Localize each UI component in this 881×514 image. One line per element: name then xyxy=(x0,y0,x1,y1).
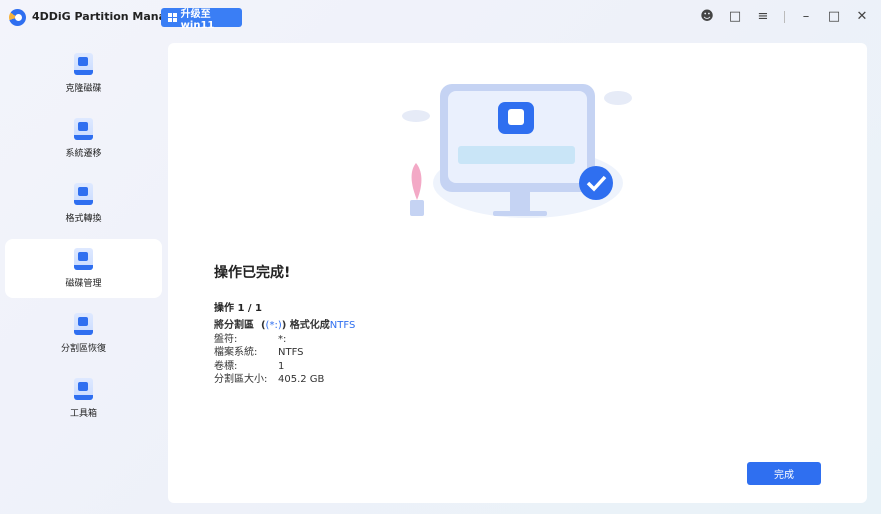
upgrade-win11-button[interactable]: 升级至win11 xyxy=(161,8,242,31)
completion-title: 操作已完成! xyxy=(214,265,291,281)
sidebar-item-label: 工具箱 xyxy=(69,409,97,419)
operation-summary: 將分割區 ((*:)) 格式化成 NTFS xyxy=(214,320,356,331)
sidebar-item-clone-disk[interactable]: 克隆磁碟 xyxy=(5,44,162,103)
grid-icon xyxy=(74,118,93,140)
detail-key: 卷標: xyxy=(214,360,238,372)
divider xyxy=(784,10,785,23)
sidebar-item-partition-recovery[interactable]: 分割區恢復 xyxy=(5,304,162,363)
detail-row: 盤符: *: xyxy=(214,333,355,347)
maximize-icon[interactable]: □ xyxy=(827,9,841,24)
sidebar-item-label: 系統遷移 xyxy=(65,149,102,159)
detail-value: 1 xyxy=(278,360,285,372)
recovery-icon xyxy=(74,313,93,335)
app-logo-icon xyxy=(9,9,26,26)
detail-value: 405.2 GB xyxy=(278,374,325,385)
finish-button[interactable]: 完成 xyxy=(747,462,821,485)
sidebar-item-system-migration[interactable]: 系統遷移 xyxy=(5,109,162,168)
summary-fs: NTFS xyxy=(329,320,356,331)
operation-details: 將分割區 ((*:)) 格式化成 NTFS 盤符: *: 檔案系統: NTFS 卷標:… xyxy=(214,319,355,387)
summary-prefix: 將分割區 xyxy=(214,320,254,331)
detail-row: 檔案系統: NTFS xyxy=(214,346,355,360)
sidebar-item-disk-management[interactable]: 磁碟管理 xyxy=(5,239,162,298)
detail-key: 盤符: xyxy=(214,333,238,345)
pie-chart-icon xyxy=(74,248,93,270)
detail-value: NTFS xyxy=(278,347,304,358)
toolbox-icon xyxy=(74,378,93,400)
detail-key: 分割區大小: xyxy=(214,374,268,385)
upgrade-label: 升级至win11 xyxy=(180,8,215,31)
detail-value: *: xyxy=(278,333,287,345)
main-panel: 操作已完成! 操作 1 / 1 將分割區 ((*:)) 格式化成 NTFS 盤符:… xyxy=(168,43,867,503)
convert-icon xyxy=(74,183,93,205)
sidebar-item-label: 克隆磁碟 xyxy=(65,84,102,94)
detail-row: 分割區大小: 405.2 GB xyxy=(214,373,355,387)
summary-action: 格式化成 xyxy=(289,320,330,331)
title-bar: 4DDiG Partition Manager 升级至win11 ☻ □ ≡ –… xyxy=(0,0,881,36)
detail-row: 卷標: 1 xyxy=(214,360,355,374)
detail-key: 檔案系統: xyxy=(214,347,258,358)
operation-count: 操作 1 / 1 xyxy=(214,303,263,314)
sidebar-item-format-convert[interactable]: 格式轉換 xyxy=(5,174,162,233)
windows-icon xyxy=(168,13,177,22)
menu-icon[interactable]: ≡ xyxy=(756,9,770,24)
summary-drive: (*:) xyxy=(265,320,282,331)
sidebar: 克隆磁碟 系統遷移 格式轉換 磁碟管理 分割區恢復 工具箱 xyxy=(5,44,162,434)
account-icon[interactable]: ☻ xyxy=(700,9,714,24)
success-illustration xyxy=(402,84,632,218)
sidebar-item-label: 格式轉換 xyxy=(65,214,102,224)
sidebar-item-label: 分割區恢復 xyxy=(60,344,106,354)
minimize-icon[interactable]: – xyxy=(799,9,813,24)
sidebar-item-toolbox[interactable]: 工具箱 xyxy=(5,369,162,428)
feedback-icon[interactable]: □ xyxy=(728,9,742,24)
close-icon[interactable]: ✕ xyxy=(855,9,869,24)
sidebar-item-label: 磁碟管理 xyxy=(65,279,102,289)
clone-disk-icon xyxy=(74,53,93,75)
